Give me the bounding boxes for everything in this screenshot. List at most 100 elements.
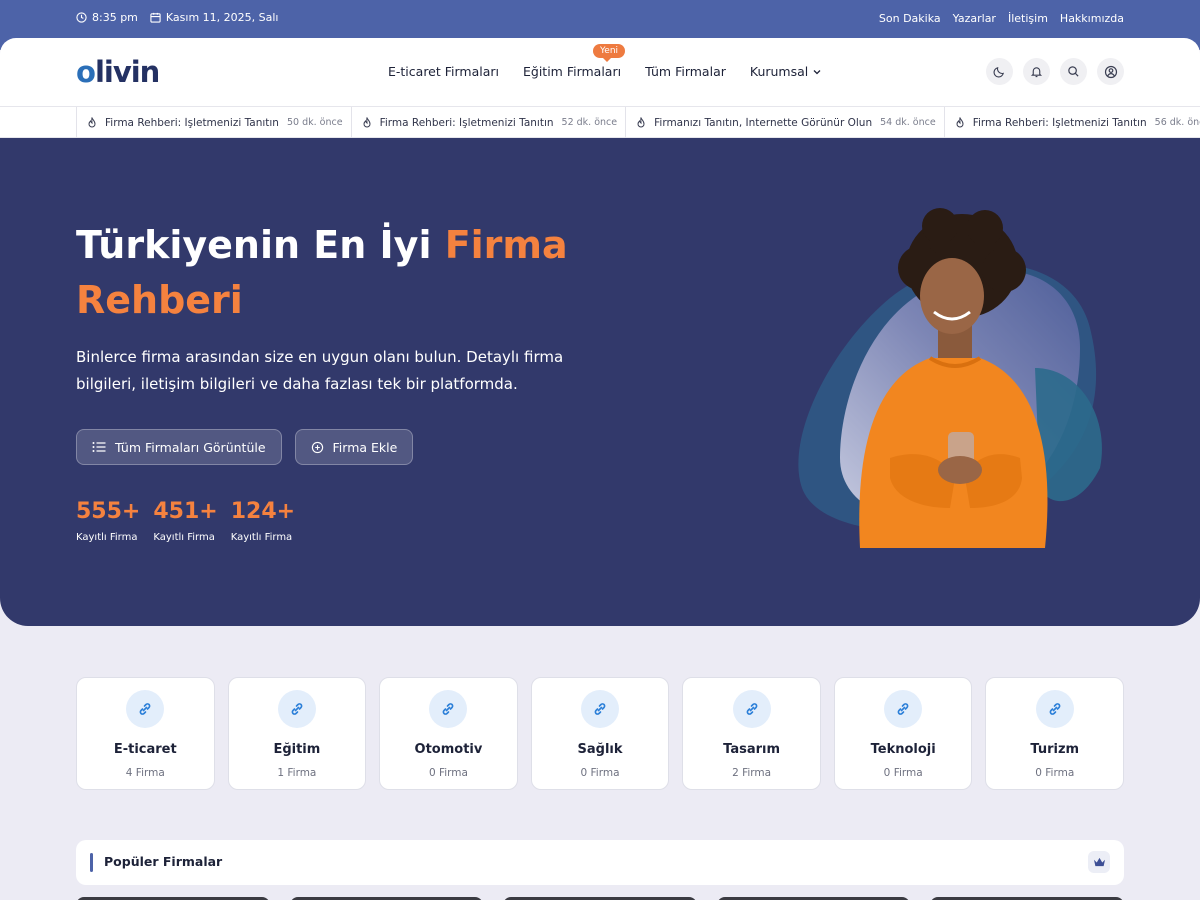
category-card-otomotiv[interactable]: Otomotiv 0 Firma — [379, 677, 518, 790]
nav-eticaret[interactable]: E-ticaret Firmaları — [388, 64, 499, 79]
site-logo[interactable]: olivin — [76, 55, 160, 89]
top-bar-info: 8:35 pm Kasım 11, 2025, Salı — [76, 11, 278, 24]
hero-title-accent: Firma — [444, 223, 568, 267]
user-icon — [1104, 65, 1117, 78]
bell-icon — [1030, 67, 1043, 78]
category-card-turizm[interactable]: Turizm 0 Firma — [985, 677, 1125, 790]
section-title: Popüler Firmalar — [104, 854, 223, 869]
fire-icon — [955, 117, 965, 128]
news-ticker: Firma Rehberi: İşletmenizi Tanıtın 50 dk… — [0, 106, 1200, 138]
link-icon — [732, 690, 771, 728]
category-card-eticaret[interactable]: E-ticaret 4 Firma — [76, 677, 215, 790]
hero-title: Türkiyenin En İyi Firma Rehberi — [76, 218, 616, 328]
link-yazarlar[interactable]: Yazarlar — [953, 12, 996, 25]
stat-label: Kayıtlı Firma — [230, 532, 293, 543]
stat-value: 124+ — [230, 499, 296, 524]
account-button[interactable] — [1097, 58, 1124, 85]
ticker-title: Firmanızı Tanıtın, İnternette Görünür Ol… — [654, 116, 873, 129]
moon-icon — [993, 67, 1004, 78]
category-name: Eğitim — [273, 742, 321, 757]
category-count: 0 Firma — [1035, 767, 1075, 779]
link-icon — [1035, 690, 1074, 728]
category-card-saglik[interactable]: Sağlık 0 Firma — [530, 677, 670, 790]
nav-egitim-label: Eğitim Firmaları — [523, 64, 622, 79]
link-hakkimizda[interactable]: Hakkımızda — [1060, 12, 1124, 25]
notifications-button[interactable] — [1023, 58, 1050, 85]
fire-icon — [87, 117, 97, 128]
stat-value: 555+ — [76, 499, 141, 524]
stat-label: Kayıtlı Firma — [153, 532, 215, 543]
ticker-time: 56 dk. önce — [1154, 117, 1200, 128]
ticker-time: 52 dk. önce — [561, 117, 618, 128]
hero-illustration — [798, 208, 1102, 548]
plus-circle-icon — [311, 441, 323, 453]
view-all-companies-button[interactable]: Tüm Firmaları Görüntüle — [76, 429, 282, 465]
ticker-item[interactable]: Firma Rehberi: İşletmenizi Tanıtın 56 dk… — [945, 107, 1200, 138]
new-badge: Yeni — [593, 44, 626, 62]
main-header: olivin E-ticaret Firmaları Yeni Eğitim F… — [0, 38, 1200, 106]
category-count: 0 Firma — [883, 767, 923, 779]
category-card-egitim[interactable]: Eğitim 1 Firma — [227, 677, 367, 790]
nav-kurumsal[interactable]: Kurumsal — [750, 64, 822, 79]
section-accent-bar — [90, 853, 93, 872]
search-icon — [1068, 66, 1079, 77]
nav-kurumsal-label: Kurumsal — [749, 64, 809, 79]
ticker-item[interactable]: Firma Rehberi: İşletmenizi Tanıtın 52 dk… — [352, 107, 627, 138]
top-bar-links: Son Dakika Yazarlar İletişim Hakkımızda — [879, 12, 1124, 25]
category-list: E-ticaret 4 Firma Eğitim 1 Firma Otomoti… — [76, 677, 1125, 790]
current-time: 8:35 pm — [92, 11, 138, 24]
hero-title-main: Türkiyenin En İyi — [76, 223, 445, 267]
hero-title-accent-2: Rehberi — [76, 278, 243, 322]
link-son-dakika[interactable]: Son Dakika — [879, 12, 941, 25]
ticker-title: Firma Rehberi: İşletmenizi Tanıtın — [379, 116, 554, 129]
link-icon — [884, 690, 923, 728]
ticker-item[interactable]: Firmanızı Tanıtın, İnternette Görünür Ol… — [626, 107, 945, 138]
nav-eticaret-label: E-ticaret Firmaları — [388, 64, 499, 79]
stat-label: Kayıtlı Firma — [76, 532, 138, 543]
add-company-button[interactable]: Firma Ekle — [294, 429, 414, 465]
category-card-tasarim[interactable]: Tasarım 2 Firma — [682, 677, 821, 790]
ticker-time: 54 dk. önce — [880, 117, 936, 128]
ticker-title: Firma Rehberi: İşletmenizi Tanıtın — [105, 116, 279, 129]
nav-tum-label: Tüm Firmalar — [645, 64, 726, 79]
current-date: Kasım 11, 2025, Salı — [165, 11, 279, 24]
calendar-icon — [150, 12, 161, 23]
date-display: Kasım 11, 2025, Salı — [150, 11, 279, 24]
category-count: 2 Firma — [732, 767, 772, 779]
hero-description: Binlerce firma arasından size en uygun o… — [76, 348, 564, 393]
category-name: Teknoloji — [870, 742, 936, 757]
crown-icon — [1088, 851, 1110, 873]
header-actions — [986, 58, 1124, 85]
ticker-item[interactable]: Firma Rehberi: İşletmenizi Tanıtın 50 dk… — [77, 107, 352, 138]
hero-buttons: Tüm Firmaları Görüntüle Firma Ekle — [76, 429, 414, 465]
main-nav: E-ticaret Firmaları Yeni Eğitim Firmalar… — [388, 44, 822, 79]
chevron-down-icon — [813, 69, 821, 74]
category-count: 0 Firma — [428, 767, 468, 779]
ticker-title: Firma Rehberi: İşletmenizi Tanıtın — [972, 116, 1147, 129]
link-icon — [581, 690, 620, 728]
link-iletisim[interactable]: İletişim — [1008, 12, 1048, 25]
stat-item: 124+ Kayıtlı Firma — [231, 499, 295, 543]
category-count: 0 Firma — [580, 767, 620, 779]
popular-companies-header: Popüler Firmalar — [76, 840, 1124, 885]
link-icon — [429, 690, 468, 728]
fire-icon — [636, 117, 646, 128]
hero-section: Türkiyenin En İyi Firma Rehberi Binlerce … — [0, 138, 1200, 626]
category-name: Sağlık — [577, 742, 623, 757]
search-button[interactable] — [1060, 58, 1087, 85]
dark-mode-button[interactable] — [986, 58, 1013, 85]
list-icon — [92, 442, 106, 452]
view-all-label: Tüm Firmaları Görüntüle — [115, 439, 266, 455]
category-name: Otomotiv — [414, 742, 483, 757]
nav-tum-firmalar[interactable]: Tüm Firmalar — [645, 64, 726, 79]
link-icon — [126, 690, 165, 728]
nav-egitim[interactable]: Yeni Eğitim Firmaları — [523, 44, 626, 79]
add-company-label: Firma Ekle — [332, 439, 398, 455]
category-name: E-ticaret — [113, 742, 177, 757]
time-display: 8:35 pm — [76, 11, 138, 24]
category-name: Turizm — [1030, 742, 1080, 757]
category-count: 1 Firma — [277, 767, 317, 779]
ticker-list: Firma Rehberi: İşletmenizi Tanıtın 50 dk… — [76, 107, 1200, 138]
fire-icon — [362, 117, 372, 128]
category-card-teknoloji[interactable]: Teknoloji 0 Firma — [833, 677, 973, 790]
